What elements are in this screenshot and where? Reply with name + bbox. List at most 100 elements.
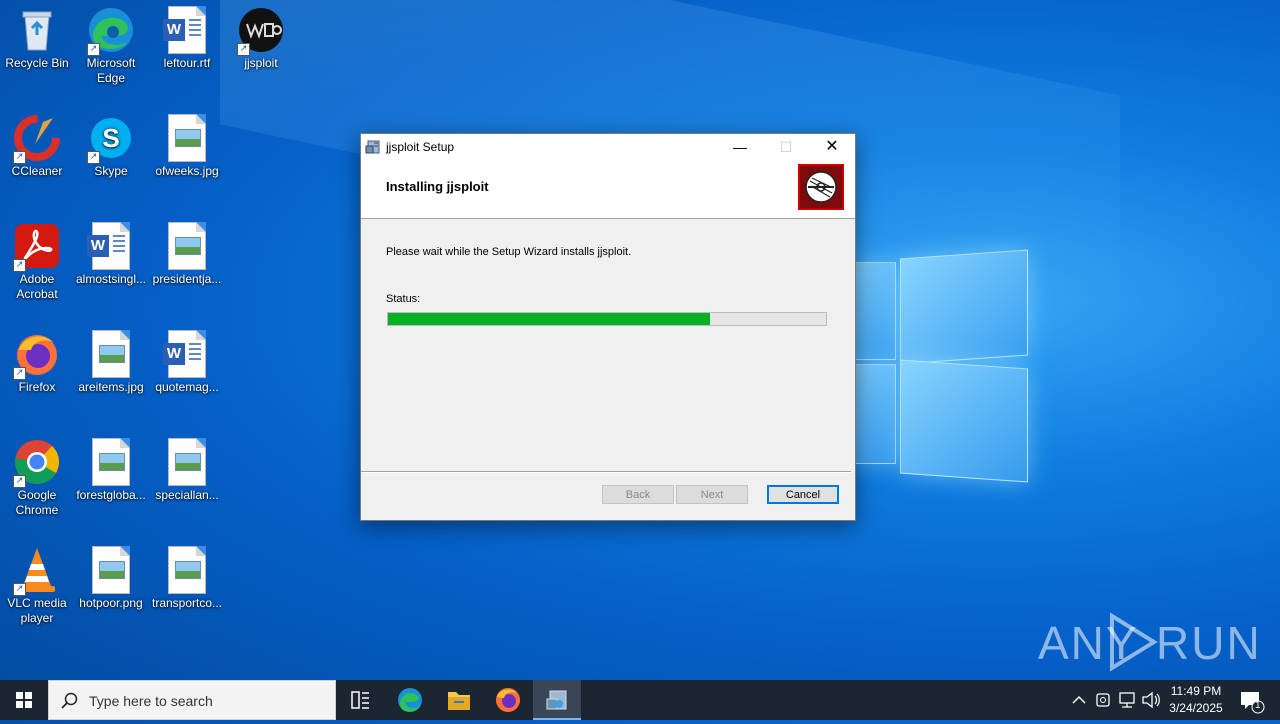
chrome-icon: ↗: [13, 438, 61, 488]
play-triangle-icon: [1110, 612, 1158, 672]
taskbar-search-box[interactable]: Type here to search: [48, 680, 336, 720]
dialog-titlebar[interactable]: jjsploit Setup — ☐ ✕: [361, 134, 855, 160]
image-file-icon: [163, 438, 211, 486]
desktop-icon-skype[interactable]: S ↗ Skype: [74, 108, 148, 179]
desktop-icon-label: presidentja...: [152, 272, 222, 286]
desktop-icon-hotpoor[interactable]: hotpoor.png: [74, 540, 148, 611]
desktop-icon-label: areitems.jpg: [78, 380, 144, 394]
desktop-icon-google-chrome[interactable]: ↗ Google Chrome: [0, 432, 74, 518]
clock-date: 3/24/2025: [1169, 701, 1223, 715]
chevron-up-icon: [1072, 695, 1086, 704]
status-label: Status:: [386, 293, 421, 305]
taskbar-edge[interactable]: [386, 680, 434, 720]
firefox-icon: ↗: [13, 330, 61, 380]
desktop-icon-label: Google Chrome: [15, 488, 59, 517]
desktop-icon-adobe-acrobat[interactable]: ↗ Adobe Acrobat: [0, 216, 74, 302]
image-file-icon: [163, 222, 211, 270]
desktop-icon-label: Skype: [94, 164, 128, 178]
desktop-icon-quotemag[interactable]: W quotemag...: [150, 324, 224, 395]
skype-icon: S ↗: [87, 114, 135, 164]
anyrun-watermark: ANY RUN: [1038, 612, 1260, 672]
show-hidden-icons-button[interactable]: [1068, 680, 1090, 720]
desktop-icon-speciallan[interactable]: speciallan...: [150, 432, 224, 503]
desktop-icon-label: quotemag...: [155, 380, 219, 394]
taskbar-clock[interactable]: 11:49 PM 3/24/2025: [1160, 683, 1232, 717]
speaker-icon: [1142, 691, 1160, 709]
image-file-icon: [163, 114, 211, 162]
desktop-icon-label: Adobe Acrobat: [16, 272, 58, 301]
desktop-icon-label: Microsoft Edge: [86, 56, 136, 85]
desktop-icon-label: transportco...: [151, 596, 223, 610]
setup-dialog: jjsploit Setup — ☐ ✕ Installing jjsploit…: [360, 133, 856, 521]
image-file-icon: [163, 546, 211, 594]
ccleaner-icon: ↗: [13, 114, 61, 164]
desktop-icon-presidentja[interactable]: presidentja...: [150, 216, 224, 287]
desktop-icon-firefox[interactable]: ↗ Firefox: [0, 324, 74, 395]
divider: [361, 471, 851, 473]
adobe-acrobat-icon: ↗: [13, 222, 61, 272]
start-button[interactable]: [0, 680, 48, 720]
action-center-button[interactable]: 1: [1236, 680, 1266, 720]
desktop-icon-label: jjsploit: [244, 56, 278, 70]
dialog-title: jjsploit Setup: [386, 140, 455, 154]
svg-text:S: S: [102, 123, 119, 153]
edge-icon: ↗: [87, 6, 135, 56]
task-view-button[interactable]: [336, 680, 384, 720]
close-button[interactable]: ✕: [809, 134, 855, 160]
recycle-bin-icon: [13, 6, 61, 54]
desktop-icon-leftour[interactable]: W leftour.rtf: [150, 0, 224, 71]
desktop-icon-vlc[interactable]: ↗ VLC media player: [0, 540, 74, 626]
next-button[interactable]: Next: [676, 485, 748, 504]
word-document-icon: W: [87, 222, 135, 270]
taskbar-file-explorer[interactable]: [435, 680, 483, 720]
desktop-icon-label: leftour.rtf: [163, 56, 211, 70]
windows-start-icon: [16, 692, 32, 708]
desktop-icon-label: hotpoor.png: [79, 596, 143, 610]
desktop-icon-label: forestgloba...: [76, 488, 146, 502]
folder-icon: [448, 692, 470, 710]
maximize-button[interactable]: ☐: [763, 134, 809, 160]
firefox-icon: [496, 688, 520, 712]
progress-fill: [388, 313, 710, 325]
cancel-button[interactable]: Cancel: [767, 485, 839, 504]
desktop-icon-label: Recycle Bin: [5, 56, 69, 70]
word-document-icon: W: [163, 330, 211, 378]
taskbar: Type here to search 11:49 PM 3/24/2025 1: [0, 680, 1280, 720]
desktop-icon-forestgloba[interactable]: forestgloba...: [74, 432, 148, 503]
desktop-icon-label: almostsingl...: [75, 272, 147, 286]
task-view-icon: [351, 691, 369, 709]
dialog-banner: Installing jjsploit: [361, 160, 855, 219]
back-button[interactable]: Back: [602, 485, 674, 504]
install-progress-bar: [387, 312, 827, 326]
tray-meet-now[interactable]: [1092, 680, 1114, 720]
desktop-icon-transportco[interactable]: transportco...: [150, 540, 224, 611]
vlc-icon: ↗: [13, 546, 61, 596]
clock-time: 11:49 PM: [1170, 684, 1222, 698]
wait-message: Please wait while the Setup Wizard insta…: [386, 246, 632, 258]
desktop-icon-ofweeks[interactable]: ofweeks.jpg: [150, 108, 224, 179]
minimize-button[interactable]: —: [717, 134, 763, 160]
desktop-icon-areitems[interactable]: areitems.jpg: [74, 324, 148, 395]
tray-volume[interactable]: [1140, 680, 1162, 720]
desktop-icon-ccleaner[interactable]: ↗ CCleaner: [0, 108, 74, 179]
windows-logo-wallpaper: [850, 240, 1030, 483]
image-file-icon: [87, 438, 135, 486]
edge-icon: [398, 688, 422, 712]
desktop-icon-label: VLC media player: [7, 596, 67, 625]
network-icon: [1119, 692, 1135, 708]
desktop-icon-label: ofweeks.jpg: [155, 164, 219, 178]
meet-now-icon: [1096, 693, 1110, 707]
taskbar-jjsploit-setup[interactable]: [533, 680, 581, 720]
installer-icon: [365, 139, 381, 155]
tray-network[interactable]: [1115, 680, 1139, 720]
desktop-icon-label: Firefox: [18, 380, 56, 394]
desktop-icon-microsoft-edge[interactable]: ↗ Microsoft Edge: [74, 0, 148, 86]
desktop-icon-recycle-bin[interactable]: Recycle Bin: [0, 0, 74, 71]
search-placeholder: Type here to search: [89, 693, 213, 709]
desktop-icon-jjsploit[interactable]: ↗ jjsploit: [224, 0, 298, 71]
desktop-icon-almostsingl[interactable]: W almostsingl...: [74, 216, 148, 287]
image-file-icon: [87, 330, 135, 378]
desktop-icon-label: speciallan...: [155, 488, 219, 502]
jjsploit-app-icon: ↗: [237, 6, 285, 56]
taskbar-firefox[interactable]: [484, 680, 532, 720]
